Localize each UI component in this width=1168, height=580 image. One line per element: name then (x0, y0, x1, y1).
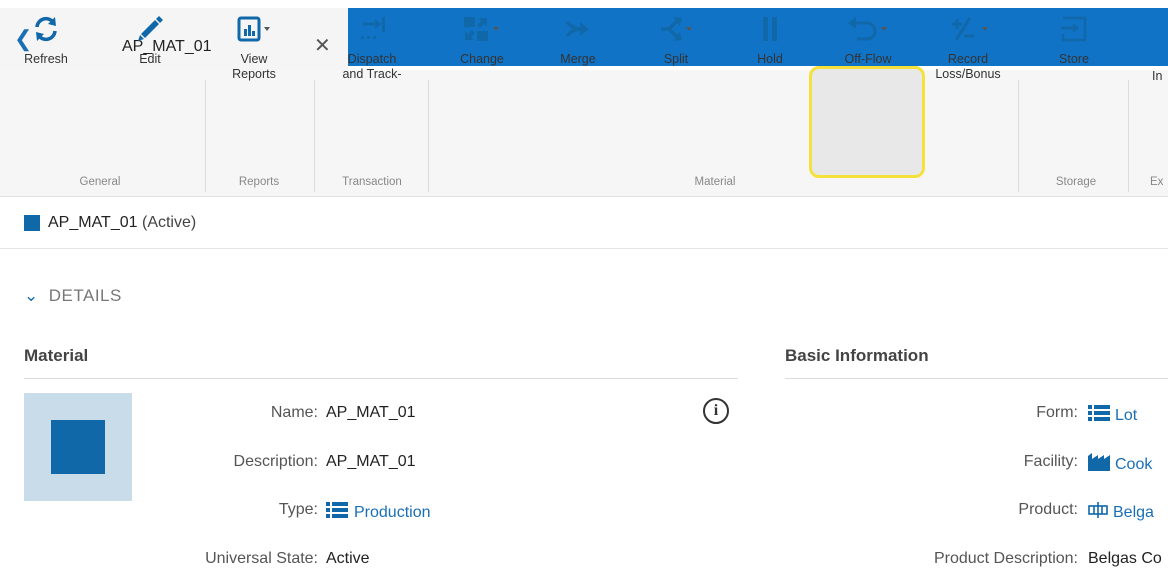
group-storage: Storage (1055, 176, 1097, 188)
divider (24, 378, 738, 379)
entity-header: AP_MAT_01 (Active) (0, 200, 1168, 249)
merge-button[interactable]: Merge (550, 6, 606, 106)
info-icon[interactable]: i (703, 398, 729, 424)
split-button[interactable]: Split (640, 6, 712, 106)
type-link[interactable]: Production (354, 504, 431, 521)
view-reports-label: View Reports (232, 52, 276, 81)
form-label: Form: (1036, 404, 1078, 421)
split-label: Split (663, 52, 689, 66)
partial-label: In (1152, 69, 1163, 83)
product-description-label: Product Description: (933, 550, 1078, 567)
off-flow-button[interactable]: Off-Flow (818, 6, 918, 106)
report-icon (237, 16, 270, 42)
store-icon (1061, 16, 1087, 42)
type-label: Type: (278, 501, 318, 518)
entity-icon (24, 215, 40, 231)
entity-status: (Active) (141, 214, 197, 231)
separator (205, 80, 206, 192)
group-reports: Reports (238, 176, 280, 188)
change-label: Change (460, 52, 504, 66)
facility-label: Facility: (1023, 453, 1078, 470)
dispatch-and-track-button[interactable]: Dispatch and Track- (324, 6, 420, 106)
chevron-down-icon: ⌄ (24, 286, 39, 305)
edit-button[interactable]: Edit (122, 6, 178, 106)
type-value[interactable]: Production (326, 501, 431, 522)
material-section-title: Material (24, 346, 89, 365)
dispatch-icon (361, 17, 385, 39)
merge-icon (565, 20, 589, 38)
list-icon (1088, 405, 1110, 421)
refresh-label: Refresh (24, 52, 68, 66)
divider (785, 378, 1168, 379)
pause-icon (763, 17, 777, 41)
material-thumbnail (24, 393, 132, 501)
separator (1018, 80, 1019, 192)
details-heading: DETAILS (48, 286, 122, 305)
details-toggle[interactable]: ⌄ DETAILS (24, 286, 122, 306)
facility-link[interactable]: Cook (1115, 456, 1152, 473)
form-value[interactable]: Lot (1088, 404, 1137, 425)
record-loss-bonus-label: Record Loss/Bonus (935, 52, 1001, 81)
change-icon (464, 17, 499, 41)
edit-label: Edit (139, 52, 161, 66)
record-loss-bonus-button[interactable]: Record Loss/Bonus (926, 6, 1010, 106)
group-transaction: Transaction (342, 176, 402, 188)
separator (1128, 80, 1129, 192)
split-icon (661, 17, 692, 41)
refresh-button[interactable]: Refresh (18, 6, 74, 106)
universal-state-label: Universal State: (205, 550, 318, 567)
form-link[interactable]: Lot (1115, 407, 1137, 424)
group-general: General (79, 176, 121, 188)
product-description-value: Belgas Co (1088, 550, 1162, 567)
pencil-icon (138, 16, 163, 41)
merge-label: Merge (560, 52, 596, 66)
hold-label: Hold (757, 52, 783, 66)
product-label: Product: (1018, 501, 1078, 518)
entity-name: AP_MAT_01 (48, 214, 138, 231)
store-label: Store (1059, 52, 1089, 66)
name-value: AP_MAT_01 (326, 404, 416, 421)
view-reports-button[interactable]: View Reports (214, 6, 294, 106)
facility-value[interactable]: Cook (1088, 453, 1168, 474)
group-material: Material (694, 176, 736, 188)
basic-info-section-title: Basic Information (785, 346, 929, 365)
name-label: Name: (270, 404, 318, 421)
product-value[interactable]: Belga (1088, 501, 1168, 522)
refresh-icon (35, 16, 57, 42)
group-partial: Ex (1150, 176, 1164, 188)
universal-state-value: Active (326, 550, 370, 567)
hold-button[interactable]: Hold (742, 6, 798, 106)
description-label: Description: (233, 453, 318, 470)
plus-minus-icon (952, 17, 988, 41)
entity-title: AP_MAT_01 (Active) (48, 214, 196, 232)
store-button[interactable]: Store (1046, 6, 1102, 106)
undo-icon (848, 17, 887, 41)
separator (428, 80, 429, 192)
product-link[interactable]: Belga (1113, 504, 1154, 521)
partial-button[interactable]: In (1150, 6, 1168, 106)
separator (314, 80, 315, 192)
factory-icon (1088, 453, 1110, 471)
description-value: AP_MAT_01 (326, 453, 416, 470)
change-button[interactable]: Change (444, 6, 520, 106)
product-icon (1088, 502, 1108, 518)
list-icon (326, 502, 348, 518)
off-flow-label: Off-Flow (844, 52, 892, 66)
dispatch-label: Dispatch and Track- (342, 52, 402, 81)
